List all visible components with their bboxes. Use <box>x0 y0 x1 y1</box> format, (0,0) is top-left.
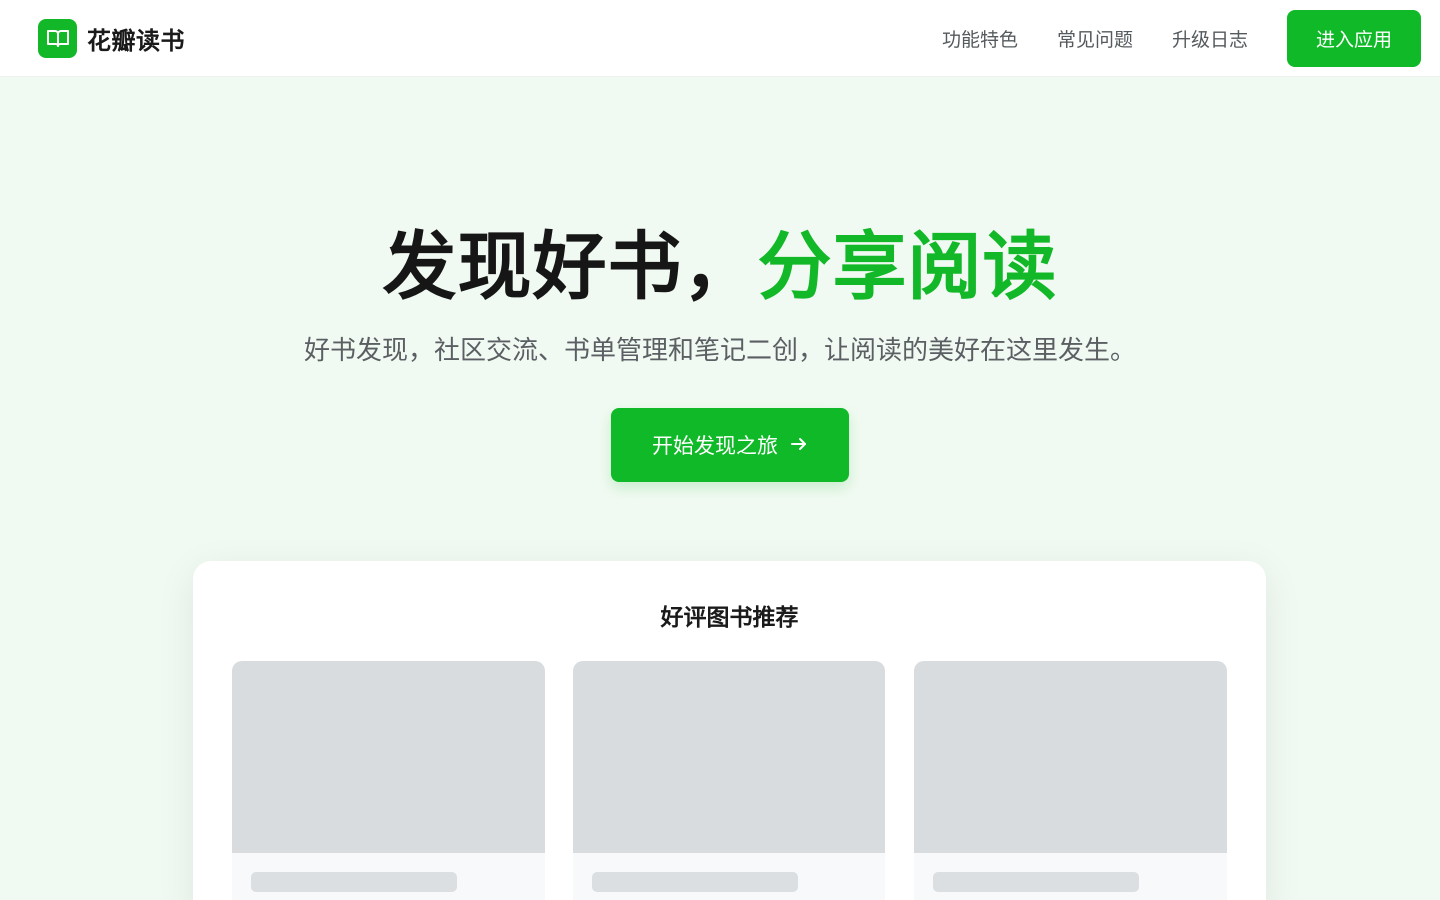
arrow-right-icon <box>790 433 808 457</box>
nav-faq[interactable]: 常见问题 <box>1057 25 1133 52</box>
book-title-placeholder <box>251 872 457 892</box>
nav-changelog[interactable]: 升级日志 <box>1172 25 1248 52</box>
nav-features[interactable]: 功能特色 <box>942 25 1018 52</box>
main-nav: 功能特色 常见问题 升级日志 进入应用 <box>942 9 1421 67</box>
enter-app-button[interactable]: 进入应用 <box>1287 9 1421 67</box>
book-title-placeholder <box>592 872 798 892</box>
recommendation-title: 好评图书推荐 <box>660 605 799 631</box>
book-cover-placeholder <box>232 661 545 853</box>
start-discovery-button[interactable]: 开始发现之旅 <box>611 408 849 482</box>
book-cover-placeholder <box>573 661 885 853</box>
hero-title-main: 发现好书， <box>382 224 758 310</box>
brand-name: 花瓣读书 <box>87 26 185 55</box>
brand[interactable]: 花瓣读书 <box>38 18 185 58</box>
book-card-skeleton[interactable] <box>914 661 1227 900</box>
hero-subtitle: 好书发现，社区交流、书单管理和笔记二创，让阅读的美好在这里发生。 <box>303 336 1136 366</box>
top-header: 花瓣读书 功能特色 常见问题 升级日志 进入应用 <box>0 0 1440 77</box>
book-open-icon <box>38 18 77 58</box>
book-card-skeleton[interactable] <box>232 661 545 900</box>
book-title-placeholder <box>933 872 1139 892</box>
hero-title: 发现好书，分享阅读 <box>0 222 1440 312</box>
recommendation-panel: 好评图书推荐 <box>193 561 1266 900</box>
book-cover-placeholder <box>914 661 1227 853</box>
book-card-skeleton[interactable] <box>573 661 885 900</box>
hero-title-accent: 分享阅读 <box>757 224 1058 310</box>
start-discovery-label: 开始发现之旅 <box>652 434 778 458</box>
